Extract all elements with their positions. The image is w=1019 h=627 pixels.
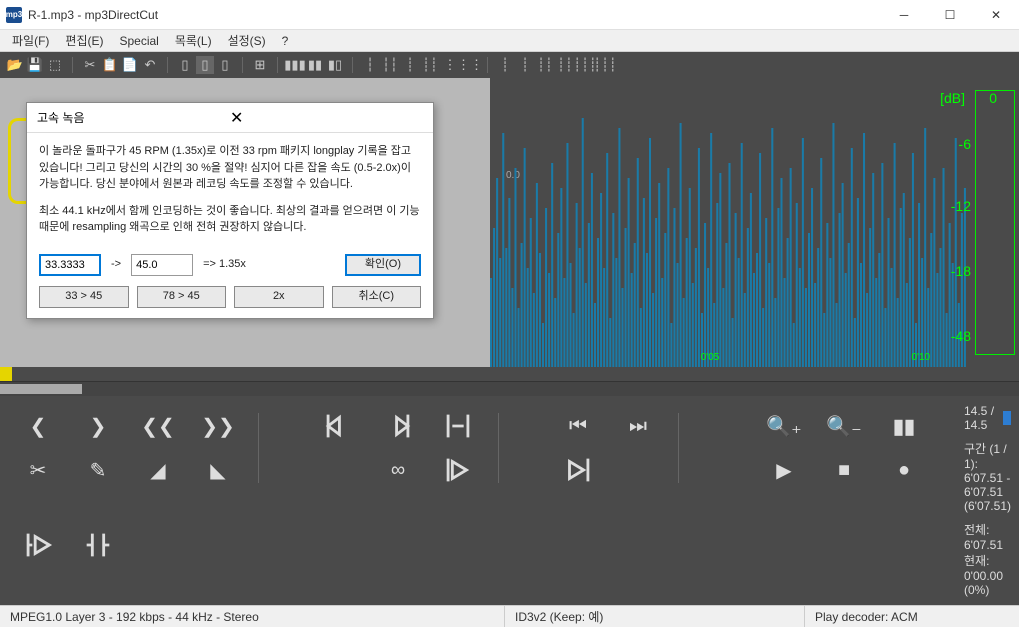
loop-button[interactable]: ∞ bbox=[378, 453, 418, 487]
speed-dialog: 고속 녹음 ✕ 이 놀라운 돌파구가 45 RPM (1.35x)로 이전 33… bbox=[26, 102, 434, 319]
copy-icon[interactable]: 📋 bbox=[101, 56, 119, 74]
from-input[interactable] bbox=[39, 254, 101, 276]
undo-icon[interactable]: ↶ bbox=[141, 56, 159, 74]
mark-out-button[interactable] bbox=[378, 409, 418, 443]
menu-special[interactable]: Special bbox=[111, 32, 166, 50]
open-icon[interactable]: 📂 bbox=[6, 56, 24, 74]
arrow-label: -> bbox=[111, 256, 121, 273]
play-to-button[interactable] bbox=[558, 453, 598, 487]
time-label-2: 0'10 bbox=[912, 352, 931, 363]
dialog-para2: 최소 44.1 kHz에서 함께 인코딩하는 것이 좋습니다. 최상의 결과를 … bbox=[39, 203, 421, 236]
fade-out-button[interactable]: ◣ bbox=[198, 453, 238, 487]
menu-file[interactable]: 파일(F) bbox=[4, 30, 57, 51]
range-label: 구간 (1 / 1): 6'07.51 - 6'07.51 (6'07.51) bbox=[964, 440, 1011, 513]
dialog-title: 고속 녹음 bbox=[37, 109, 230, 126]
record-button[interactable]: ● bbox=[884, 453, 924, 487]
maximize-button[interactable]: ☐ bbox=[927, 0, 973, 30]
doc1-icon[interactable]: ▯ bbox=[176, 56, 194, 74]
bars2-icon[interactable]: ▮▮ bbox=[306, 56, 324, 74]
ruler5-icon[interactable]: ┊┊┊ bbox=[576, 56, 594, 74]
edit-button[interactable]: ✎ bbox=[78, 453, 118, 487]
time-label-1: 0'05 bbox=[701, 352, 720, 363]
controls-panel: ❮ ❯ ❮❮ ❯❯ ⏮ ⏭ ✂ ✎ ◢ ◣ ∞ 🔍₊ 🔍₋ ▮▮ ▶ ■ ● 1… bbox=[0, 396, 1019, 605]
fade-in-button[interactable]: ◢ bbox=[138, 453, 178, 487]
mark1-icon[interactable]: ┆ bbox=[361, 56, 379, 74]
ruler3-icon[interactable]: ┊┊ bbox=[536, 56, 554, 74]
db-title: [dB] bbox=[940, 90, 965, 106]
db-tick-1: -6 bbox=[959, 136, 971, 152]
rewind-button[interactable]: ❮❮ bbox=[138, 409, 178, 443]
menubar: 파일(F) 편집(E) Special 목록(L) 설정(S) ? bbox=[0, 30, 1019, 52]
ruler2-icon[interactable]: ┊ bbox=[516, 56, 534, 74]
statusbar: MPEG1.0 Layer 3 - 192 kbps - 44 kHz - St… bbox=[0, 605, 1019, 627]
mark-in-button[interactable] bbox=[318, 409, 358, 443]
cancel-button[interactable]: 취소(C) bbox=[332, 286, 422, 308]
db-scale: [dB] 0 -6 -12 -18 -48 bbox=[969, 78, 1019, 367]
db-tick-2: -12 bbox=[951, 198, 971, 214]
paste-icon[interactable]: 📄 bbox=[121, 56, 139, 74]
info-panel: 14.5 / 14.5 구간 (1 / 1): 6'07.51 - 6'07.5… bbox=[952, 396, 1019, 605]
toolbar: 📂 💾 ⬚ ✂ 📋 📄 ↶ ▯ ▯ ▯ ⊞ ▮▮▮ ▮▮ ▮▯ ┆ ┆┆ ┊ ┊… bbox=[0, 52, 1019, 78]
window-title: R-1.mp3 - mp3DirectCut bbox=[28, 8, 881, 22]
play-from-button[interactable] bbox=[18, 528, 58, 562]
bars1-icon[interactable]: ▮▮▮ bbox=[286, 56, 304, 74]
status-id3: ID3v2 (Keep: 예) bbox=[505, 606, 805, 627]
to-input[interactable] bbox=[131, 254, 193, 276]
db-tick-3: -18 bbox=[951, 263, 971, 279]
menu-help[interactable]: ? bbox=[274, 32, 297, 50]
titlebar: mp3 R-1.mp3 - mp3DirectCut ─ ☐ ✕ bbox=[0, 0, 1019, 30]
skip-start-button[interactable]: ⏮ bbox=[558, 409, 598, 443]
stop-button[interactable]: ■ bbox=[824, 453, 864, 487]
db-tick-4: -48 bbox=[951, 328, 971, 344]
range-button[interactable] bbox=[438, 409, 478, 443]
play-sel-button[interactable] bbox=[438, 453, 478, 487]
minimize-button[interactable]: ─ bbox=[881, 0, 927, 30]
scrollbar[interactable] bbox=[0, 381, 1019, 396]
save-sel-icon[interactable]: ⬚ bbox=[46, 56, 64, 74]
bars3-icon[interactable]: ▮▯ bbox=[326, 56, 344, 74]
next-button[interactable]: ❯ bbox=[78, 409, 118, 443]
menu-list[interactable]: 목록(L) bbox=[167, 30, 220, 51]
menu-settings[interactable]: 설정(S) bbox=[220, 30, 274, 51]
mark4-icon[interactable]: ┊┊ bbox=[421, 56, 439, 74]
play-button[interactable]: ▶ bbox=[764, 453, 804, 487]
result-label: => 1.35x bbox=[203, 256, 246, 273]
play-around-button[interactable] bbox=[78, 528, 118, 562]
menu-edit[interactable]: 편집(E) bbox=[57, 30, 111, 51]
preset-78-45-button[interactable]: 78 > 45 bbox=[137, 286, 227, 308]
prev-button[interactable]: ❮ bbox=[18, 409, 58, 443]
zoom-out-button[interactable]: 🔍₋ bbox=[824, 409, 864, 443]
status-decoder: Play decoder: ACM bbox=[805, 606, 1019, 627]
ok-button[interactable]: 확인(O) bbox=[345, 254, 421, 276]
app-icon: mp3 bbox=[6, 7, 22, 23]
preset-2x-button[interactable]: 2x bbox=[234, 286, 324, 308]
mark2-icon[interactable]: ┆┆ bbox=[381, 56, 399, 74]
dialog-para1: 이 놀라운 돌파구가 45 RPM (1.35x)로 이전 33 rpm 패키지… bbox=[39, 143, 421, 193]
db-tick-0: 0 bbox=[989, 90, 997, 106]
doc3-icon[interactable]: ▯ bbox=[216, 56, 234, 74]
ruler1-icon[interactable]: ┊ bbox=[496, 56, 514, 74]
mark3-icon[interactable]: ┊ bbox=[401, 56, 419, 74]
status-format: MPEG1.0 Layer 3 - 192 kbps - 44 kHz - St… bbox=[0, 606, 505, 627]
scrollbar-thumb[interactable] bbox=[0, 384, 82, 394]
save-icon[interactable]: 💾 bbox=[26, 56, 44, 74]
marker-strip[interactable] bbox=[0, 367, 1019, 381]
skip-end-button[interactable]: ⏭ bbox=[618, 409, 658, 443]
cut-icon[interactable]: ✂ bbox=[81, 56, 99, 74]
position-label: 14.5 / 14.5 bbox=[964, 404, 1001, 432]
ruler4-icon[interactable]: ┊┊ bbox=[556, 56, 574, 74]
pause-button[interactable]: ▮▮ bbox=[884, 409, 924, 443]
dialog-close-button[interactable]: ✕ bbox=[230, 108, 423, 128]
zoom-in-button[interactable]: 🔍₊ bbox=[764, 409, 804, 443]
total-label: 전체: 6'07.51 현재: 0'00.00 (0%) bbox=[964, 521, 1011, 597]
cut-button[interactable]: ✂ bbox=[18, 453, 58, 487]
zoom-icon[interactable]: ⊞ bbox=[251, 56, 269, 74]
mark6-icon[interactable]: ⋮⋮ bbox=[461, 56, 479, 74]
waveform-canvas[interactable]: 0'05 0'10 bbox=[490, 78, 969, 367]
doc2-icon[interactable]: ▯ bbox=[196, 56, 214, 74]
preset-33-45-button[interactable]: 33 > 45 bbox=[39, 286, 129, 308]
forward-button[interactable]: ❯❯ bbox=[198, 409, 238, 443]
close-button[interactable]: ✕ bbox=[973, 0, 1019, 30]
ruler6-icon[interactable]: ┊┊┊ bbox=[596, 56, 614, 74]
